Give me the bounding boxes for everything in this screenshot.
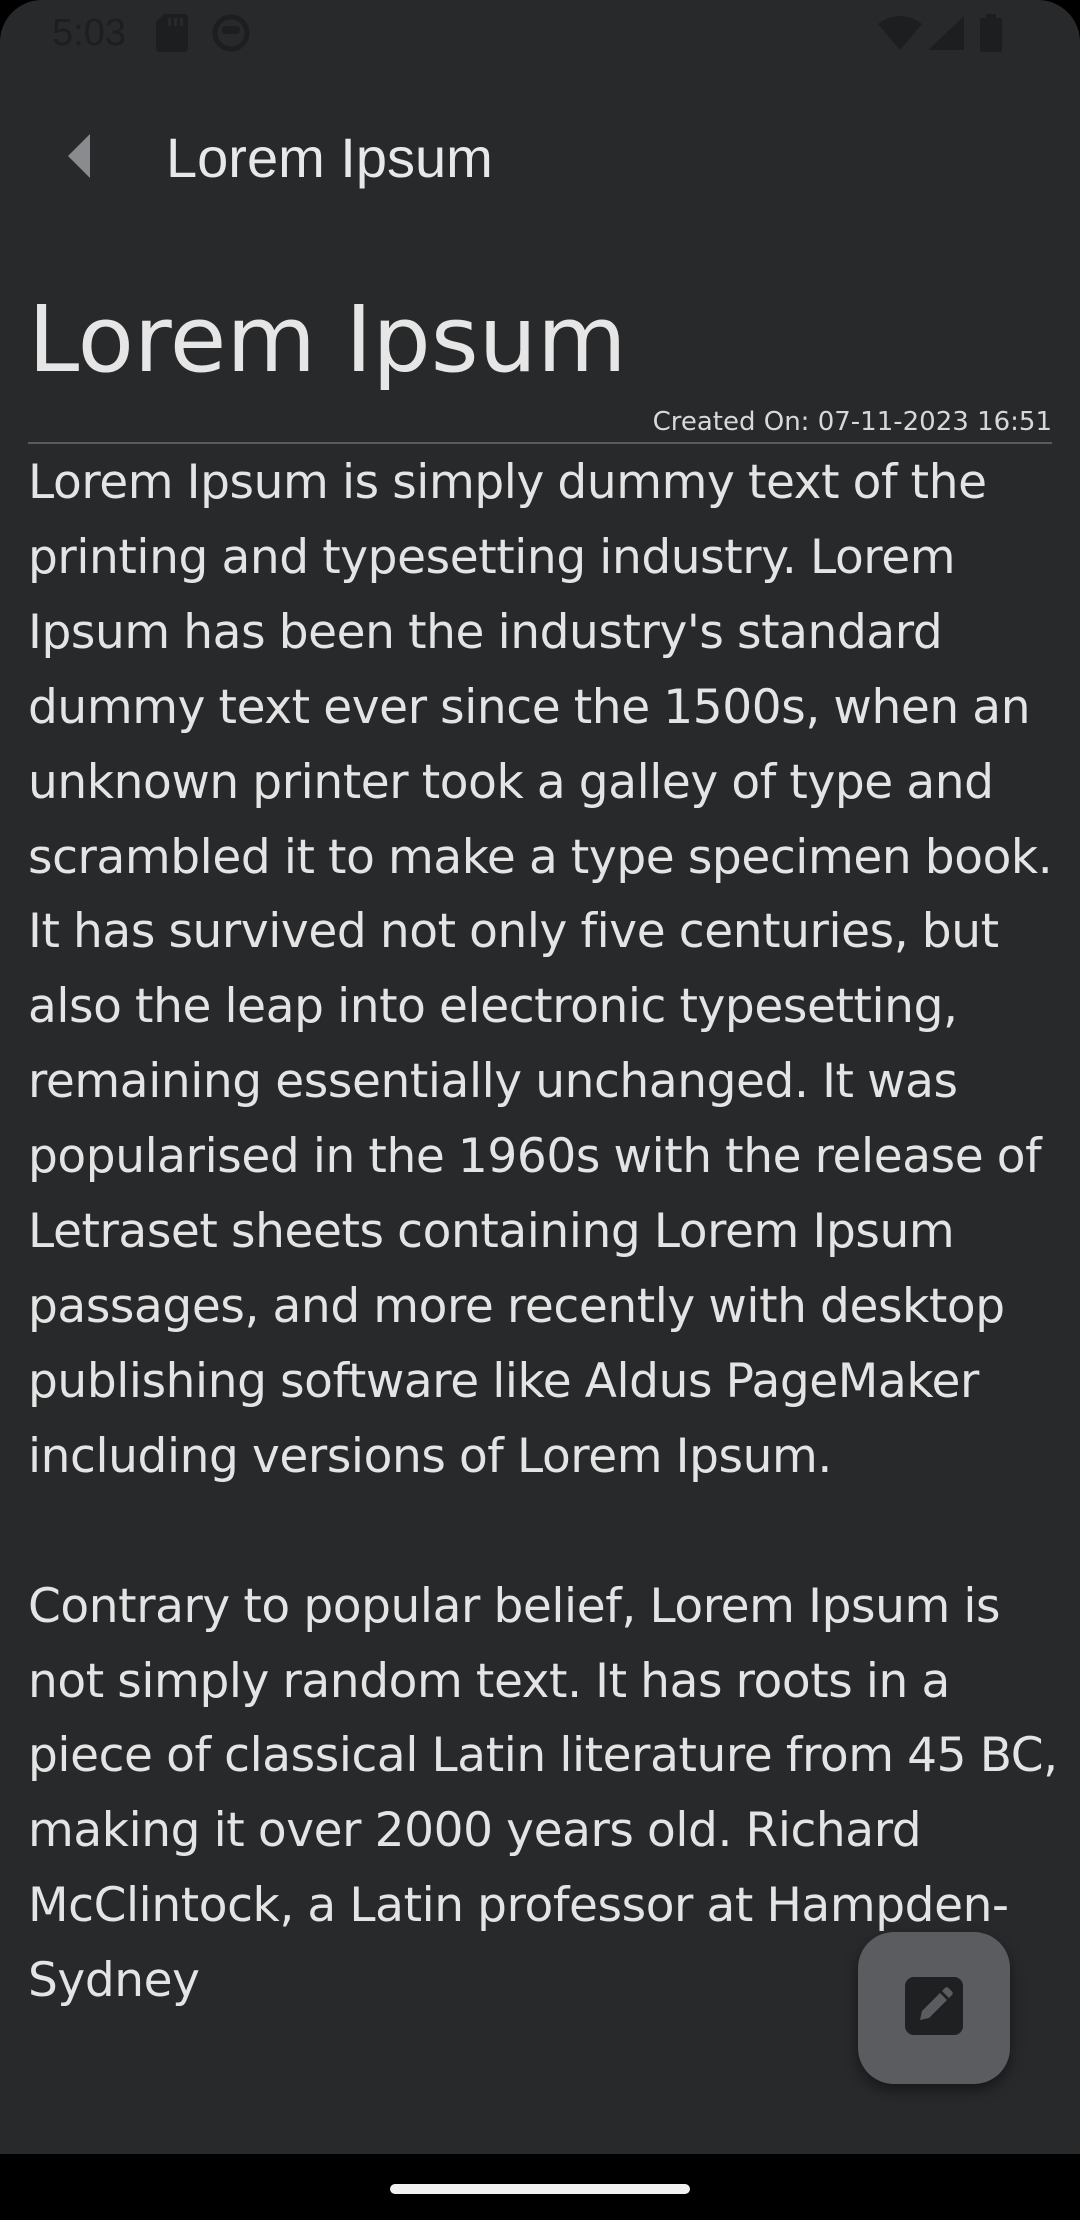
note-title: Lorem Ipsum: [28, 286, 627, 393]
face-icon: [212, 14, 250, 56]
note-detail-screen: 5:03 Lorem Ipsum Lorem Ipsum Created On:…: [0, 0, 1080, 2220]
status-bar: 5:03: [0, 0, 1080, 66]
home-indicator[interactable]: [390, 2184, 690, 2194]
back-triangle-icon: [68, 134, 92, 182]
app-bar-title: Lorem Ipsum: [166, 126, 493, 189]
wifi-icon: [878, 16, 922, 54]
divider: [28, 442, 1052, 444]
navigation-bar: [0, 2154, 1080, 2220]
app-bar: Lorem Ipsum: [0, 100, 1080, 216]
status-time: 5:03: [52, 12, 126, 54]
note-body-text: Lorem Ipsum is simply dummy text of the …: [28, 455, 1058, 2009]
signal-icon: [928, 16, 964, 54]
edit-note-button[interactable]: [858, 1932, 1010, 2084]
created-on-timestamp: Created On: 07-11-2023 16:51: [652, 407, 1052, 437]
edit-pencil-icon: [905, 1977, 963, 2039]
sd-card-icon: [156, 14, 188, 56]
battery-icon: [980, 14, 1002, 56]
back-button[interactable]: [44, 122, 116, 194]
